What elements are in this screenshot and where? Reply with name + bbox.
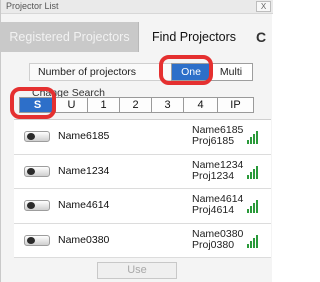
projector-icon	[24, 200, 50, 211]
use-button[interactable]: Use	[97, 262, 177, 279]
signal-strength-icon	[247, 199, 261, 213]
signal-strength-icon	[247, 130, 261, 144]
refresh-icon[interactable]: C	[249, 22, 273, 52]
signal-strength-icon	[247, 165, 261, 179]
search-option-4[interactable]: 4	[184, 98, 218, 112]
projector-row[interactable]: Name6185 Name6185 Proj6185	[14, 120, 271, 155]
projector-row[interactable]: Name0380 Name0380 Proj0380	[14, 224, 271, 258]
projector-detail-proj: Proj1234	[192, 169, 235, 182]
projector-name: Name0380	[58, 233, 110, 246]
projector-detail-name: Name1234	[192, 158, 244, 171]
projector-detail-proj: Proj0380	[192, 238, 235, 251]
projector-name: Name6185	[58, 130, 110, 142]
projector-name: Name1234	[58, 164, 110, 177]
search-option-ip[interactable]: IP	[218, 98, 253, 112]
projector-row[interactable]: Name4614 Name4614 Proj4614	[14, 189, 271, 224]
projector-icon	[24, 131, 50, 142]
search-option-2[interactable]: 2	[120, 98, 152, 112]
projector-list-window: Projector List X Registered Projectors F…	[0, 0, 273, 282]
projector-list: Name6185 Name6185 Proj6185 Name1234 Name…	[14, 119, 271, 258]
projector-detail-proj: Proj4614	[192, 204, 235, 216]
highlight-circle-count	[159, 55, 213, 85]
projector-icon	[24, 165, 50, 177]
projector-icon	[24, 234, 50, 246]
search-option-u[interactable]: U	[56, 98, 88, 112]
search-option-3[interactable]: 3	[152, 98, 184, 112]
count-multi-option[interactable]: Multi	[210, 64, 252, 80]
close-icon[interactable]: X	[256, 1, 271, 12]
projector-name: Name4614	[58, 199, 110, 211]
signal-strength-icon	[247, 234, 261, 248]
projector-row[interactable]: Name1234 Name1234 Proj1234	[14, 155, 271, 189]
highlight-circle-search	[10, 87, 56, 119]
projector-count-row: Number of projectors One Multi	[29, 63, 253, 81]
tab-find-projectors[interactable]: Find Projectors	[139, 22, 249, 52]
search-option-1[interactable]: 1	[88, 98, 120, 112]
projector-count-label: Number of projectors	[38, 66, 137, 78]
tab-bar: Registered Projectors Find Projectors C	[1, 22, 273, 52]
tab-registered-projectors[interactable]: Registered Projectors	[1, 22, 139, 52]
title-bar: Projector List X	[1, 0, 273, 14]
window-title: Projector List	[6, 1, 59, 11]
projector-detail-name: Name0380	[192, 227, 244, 240]
projector-detail-proj: Proj6185	[192, 135, 235, 147]
